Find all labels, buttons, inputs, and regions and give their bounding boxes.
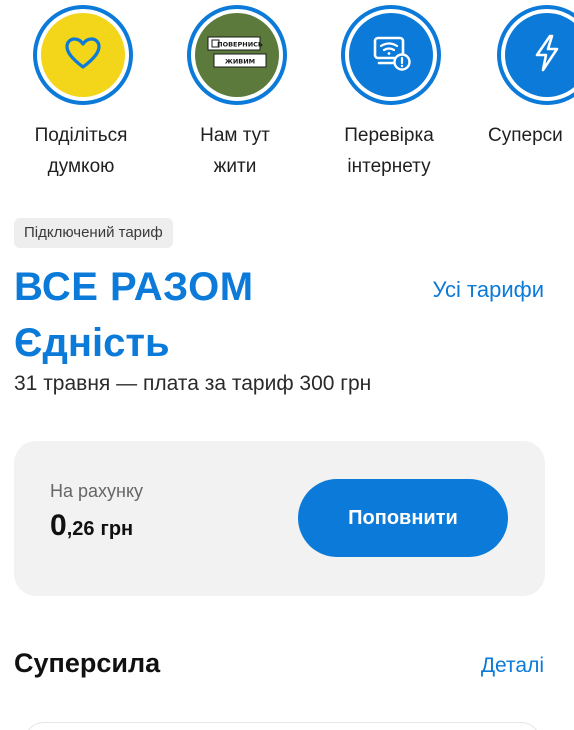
balance-amount: 0,26 грн <box>50 509 133 543</box>
tariff-payment-info: 31 травня — плата за тариф 300 грн <box>14 372 372 395</box>
story-avatar: ПОВЕРНИСЬ ЖИВИМ <box>195 13 279 97</box>
story-label: Суперси <box>488 125 563 146</box>
tariff-name: ВСЕ РАЗОМ <box>14 265 254 309</box>
story-avatar <box>505 13 574 97</box>
story-ring <box>497 5 574 105</box>
balance-currency: грн <box>100 518 134 540</box>
story-label: Поділіться думкою <box>34 125 128 177</box>
svg-text:ЖИВИМ: ЖИВИМ <box>225 57 255 65</box>
tariff-subname: Єдність <box>14 321 170 365</box>
story-avatar <box>41 13 125 97</box>
story-ring <box>33 5 133 105</box>
balance-label: На рахунку <box>50 481 144 501</box>
heart-icon <box>63 33 103 78</box>
balance-card: На рахунку 0,26 грн Поповнити <box>14 441 545 596</box>
povernys-zhyvym-logo: ПОВЕРНИСЬ ЖИВИМ <box>206 35 268 76</box>
story-label: Нам тут жити <box>200 125 270 177</box>
superpower-card[interactable] <box>24 722 541 730</box>
topup-button[interactable]: Поповнити <box>298 479 508 557</box>
connected-tariff-badge: Підключений тариф <box>14 218 173 248</box>
superpower-details-link[interactable]: Деталі <box>481 654 544 678</box>
story-label: Перевірка інтернету <box>344 125 434 177</box>
stories-row: Поділіться думкою ПОВЕРНИСЬ ЖИВИМ Нам ту… <box>0 0 574 200</box>
story-ring: ПОВЕРНИСЬ ЖИВИМ <box>187 5 287 105</box>
balance-amount-integer: 0 <box>50 509 67 542</box>
svg-text:ПОВЕРНИСЬ: ПОВЕРНИСЬ <box>217 40 263 48</box>
superpower-section-title: Суперсила <box>14 648 161 678</box>
story-avatar <box>349 13 433 97</box>
balance-amount-fraction: ,26 <box>66 518 95 540</box>
lightning-icon <box>529 33 565 78</box>
app-screen: Поділіться думкою ПОВЕРНИСЬ ЖИВИМ Нам ту… <box>0 0 574 730</box>
all-tariffs-link[interactable]: Усі тарифи <box>433 277 544 303</box>
story-ring <box>341 5 441 105</box>
wifi-check-icon <box>370 32 412 79</box>
